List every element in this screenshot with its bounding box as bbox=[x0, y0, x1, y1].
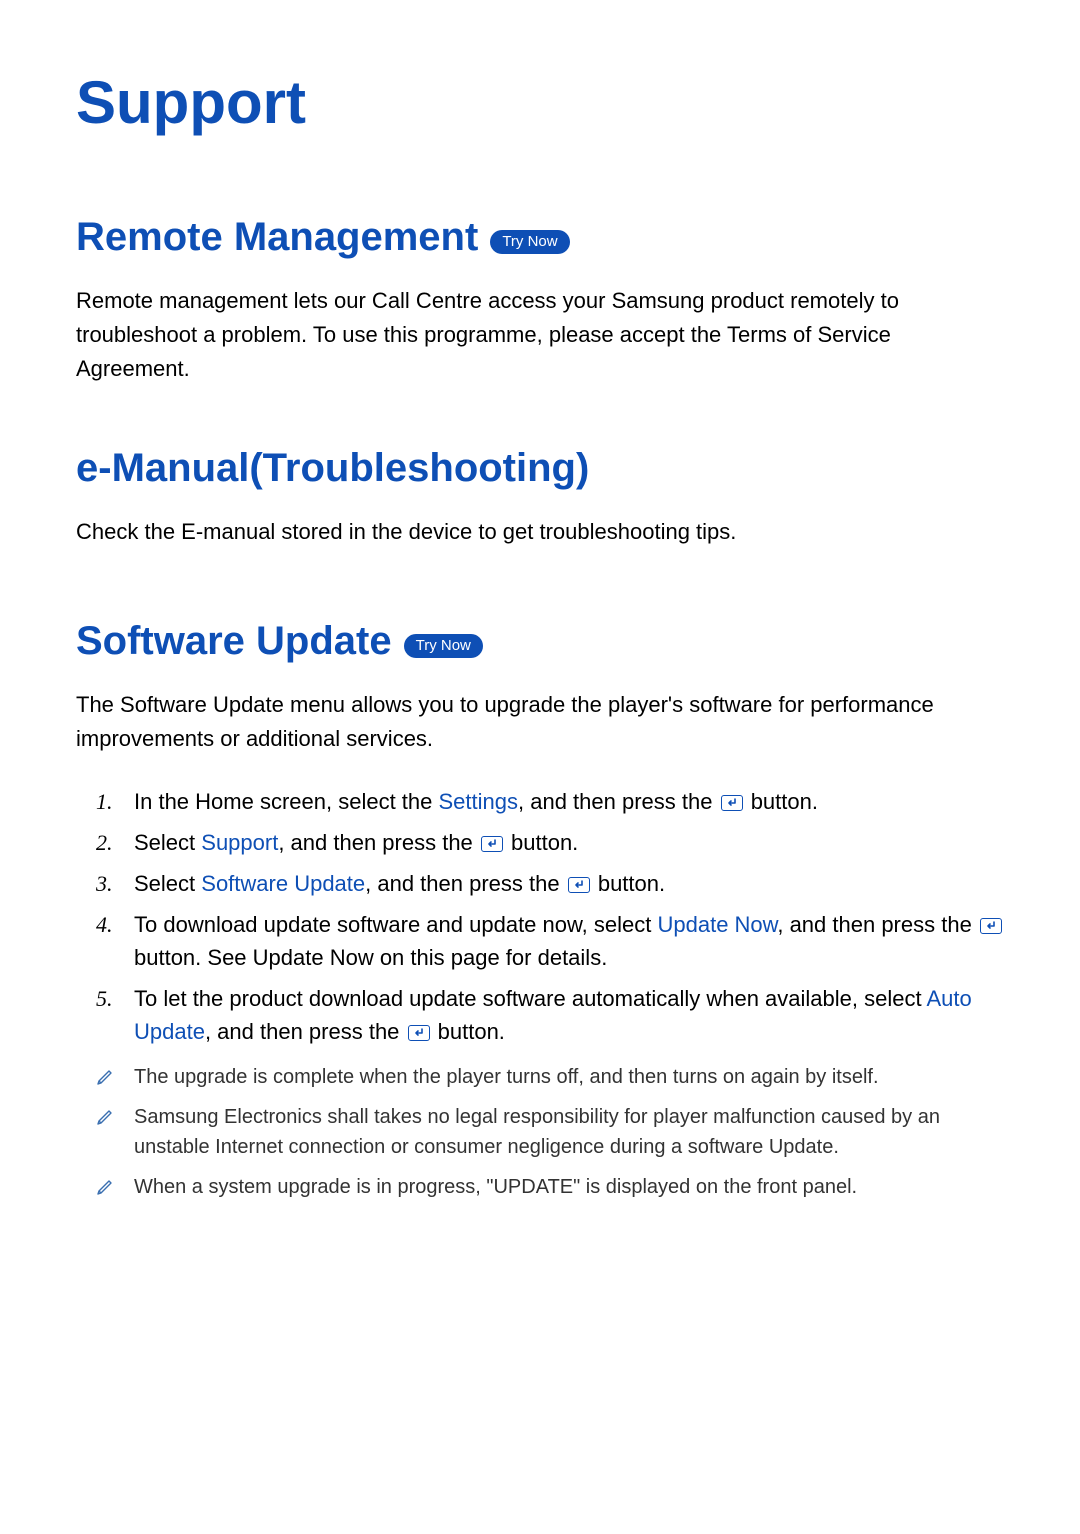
step-text-pre: In the Home screen, select the bbox=[134, 789, 439, 814]
software-update-steps: In the Home screen, select the Settings,… bbox=[76, 785, 1004, 1048]
list-item: The upgrade is complete when the player … bbox=[96, 1062, 1004, 1092]
list-item: In the Home screen, select the Settings,… bbox=[96, 785, 1004, 818]
list-item: To download update software and update n… bbox=[96, 908, 1004, 974]
step-text-mid: , and then press the bbox=[777, 912, 978, 937]
step-text-post: button. bbox=[505, 830, 578, 855]
software-update-heading: Software Update bbox=[76, 619, 392, 664]
step-text-post: button. bbox=[745, 789, 818, 814]
step-text-mid: , and then press the bbox=[205, 1019, 406, 1044]
try-now-badge[interactable]: Try Now bbox=[404, 634, 483, 658]
step-text-mid: , and then press the bbox=[278, 830, 479, 855]
remote-management-heading-row: Remote Management Try Now bbox=[76, 215, 1004, 260]
note-text: When a system upgrade is in progress, "U… bbox=[134, 1176, 857, 1198]
note-text: Samsung Electronics shall takes no legal… bbox=[134, 1106, 940, 1158]
try-now-badge[interactable]: Try Now bbox=[490, 230, 569, 254]
list-item: Select Software Update, and then press t… bbox=[96, 867, 1004, 900]
remote-management-body: Remote management lets our Call Centre a… bbox=[76, 284, 1004, 386]
step-text-post: button. bbox=[592, 871, 665, 896]
note-text: The upgrade is complete when the player … bbox=[134, 1066, 879, 1088]
list-item: To let the product download update softw… bbox=[96, 982, 1004, 1048]
step-text-pre: To download update software and update n… bbox=[134, 912, 657, 937]
pencil-icon bbox=[96, 1175, 116, 1195]
step-text-pre: To let the product download update softw… bbox=[134, 986, 926, 1011]
step-text-mid: , and then press the bbox=[365, 871, 566, 896]
e-manual-heading-row: e-Manual(Troubleshooting) bbox=[76, 446, 1004, 491]
settings-link: Settings bbox=[439, 789, 519, 814]
page-title: Support bbox=[76, 68, 1004, 137]
support-link: Support bbox=[201, 830, 278, 855]
list-item: When a system upgrade is in progress, "U… bbox=[96, 1172, 1004, 1202]
enter-icon bbox=[408, 1025, 430, 1041]
e-manual-heading: e-Manual(Troubleshooting) bbox=[76, 446, 589, 491]
step-text-mid: , and then press the bbox=[518, 789, 719, 814]
software-update-intro: The Software Update menu allows you to u… bbox=[76, 688, 1004, 756]
update-now-link: Update Now bbox=[657, 912, 777, 937]
enter-icon bbox=[721, 795, 743, 811]
software-update-link: Software Update bbox=[201, 871, 365, 896]
enter-icon bbox=[568, 877, 590, 893]
software-update-heading-row: Software Update Try Now bbox=[76, 619, 1004, 664]
pencil-icon bbox=[96, 1105, 116, 1125]
enter-icon bbox=[481, 836, 503, 852]
list-item: Select Support, and then press the butto… bbox=[96, 826, 1004, 859]
software-update-notes: The upgrade is complete when the player … bbox=[76, 1062, 1004, 1202]
step-text-post: button. bbox=[432, 1019, 505, 1044]
step-text-post: button. See Update Now on this page for … bbox=[134, 945, 607, 970]
step-text-pre: Select bbox=[134, 830, 201, 855]
enter-icon bbox=[980, 918, 1002, 934]
pencil-icon bbox=[96, 1065, 116, 1085]
remote-management-heading: Remote Management bbox=[76, 215, 478, 260]
step-text-pre: Select bbox=[134, 871, 201, 896]
e-manual-body: Check the E-manual stored in the device … bbox=[76, 515, 1004, 549]
list-item: Samsung Electronics shall takes no legal… bbox=[96, 1102, 1004, 1162]
